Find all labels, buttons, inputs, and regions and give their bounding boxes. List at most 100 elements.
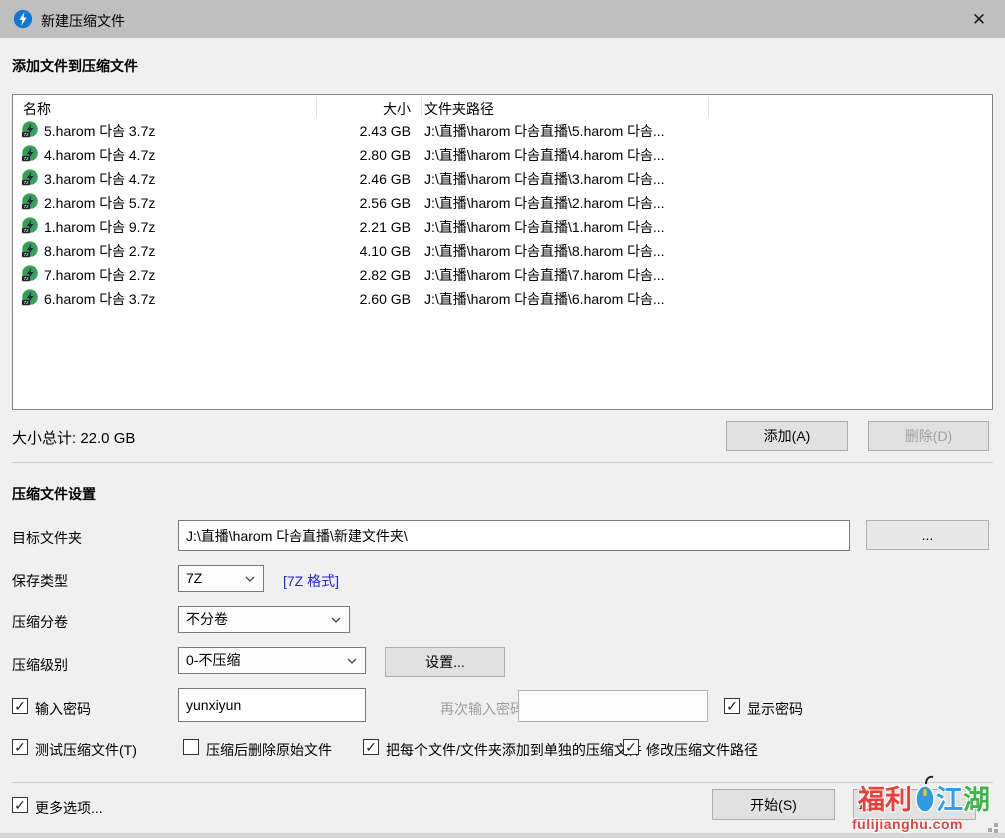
file-size: 2.21 GB	[306, 215, 411, 239]
column-header-path[interactable]: 文件夹路径	[424, 99, 494, 119]
column-header-name[interactable]: 名称	[23, 99, 51, 119]
file-size: 2.60 GB	[306, 287, 411, 311]
file-name: 7.harom 다솜 2.7z	[44, 267, 155, 283]
level-label: 压缩级别	[12, 655, 68, 675]
window-title: 新建压缩文件	[41, 11, 125, 31]
file-name-cell: 7z 4.harom 다솜 4.7z	[21, 143, 155, 167]
format-link[interactable]: [7Z 格式]	[283, 571, 339, 591]
file-name: 5.harom 다솜 3.7z	[44, 123, 155, 139]
save-type-value: 7Z	[186, 570, 202, 586]
svg-text:7z: 7z	[23, 156, 29, 162]
archive-7z-icon: 7z	[21, 241, 39, 259]
archive-7z-icon: 7z	[21, 169, 39, 187]
add-files-heading: 添加文件到压缩文件	[12, 56, 138, 76]
level-dropdown[interactable]: 0-不压缩	[178, 647, 366, 674]
bandizip-app-icon	[13, 9, 33, 29]
file-size: 2.82 GB	[306, 263, 411, 287]
show-password-label[interactable]: 显示密码	[747, 699, 803, 719]
delete-button: 删除(D)	[868, 421, 989, 451]
archive-7z-icon: 7z	[21, 217, 39, 235]
separate-archives-label[interactable]: 把每个文件/文件夹添加到单独的压缩文件	[386, 740, 642, 760]
chevron-down-icon	[347, 658, 357, 664]
watermark: 福利江湖 fulijianghu.com	[850, 776, 1005, 838]
file-name-cell: 7z 1.harom 다솜 9.7z	[21, 215, 155, 239]
new-archive-dialog: 新建压缩文件 ✕ 添加文件到压缩文件 名称 大小 文件夹路径 7z 5.harom…	[0, 0, 1005, 838]
svg-text:7z: 7z	[23, 204, 29, 210]
file-path: J:\直播\harom 다솜直播\1.harom 다솜...	[424, 215, 665, 239]
password-checkbox[interactable]	[12, 698, 28, 714]
section-divider	[12, 462, 993, 463]
file-list[interactable]: 名称 大小 文件夹路径 7z 5.harom 다솜 3.7z 2.43 GB J:…	[12, 94, 993, 410]
file-name: 2.harom 다솜 5.7z	[44, 195, 155, 211]
file-name: 4.harom 다솜 4.7z	[44, 147, 155, 163]
file-name: 6.harom 다솜 3.7z	[44, 291, 155, 307]
table-row[interactable]: 7z8.harom 다솜 2.7z 4.10 GB J:\直播\harom 다솜…	[13, 239, 992, 263]
table-row[interactable]: 7z2.harom 다솜 5.7z 2.56 GB J:\直播\harom 다솜…	[13, 191, 992, 215]
svg-text:7z: 7z	[23, 252, 29, 258]
svg-text:7z: 7z	[23, 300, 29, 306]
show-password-checkbox[interactable]	[724, 698, 740, 714]
password-checkbox-label[interactable]: 输入密码	[35, 699, 91, 719]
more-options-checkbox[interactable]	[12, 797, 28, 813]
file-name: 1.harom 다솜 9.7z	[44, 219, 155, 235]
file-name-cell: 7z 6.harom 다솜 3.7z	[21, 287, 155, 311]
file-path: J:\直播\harom 다솜直播\7.harom 다솜...	[424, 263, 665, 287]
modify-path-checkbox[interactable]	[623, 739, 639, 755]
file-path: J:\直播\harom 다솜直播\3.harom 다솜...	[424, 167, 665, 191]
volume-dropdown[interactable]: 不分卷	[178, 606, 350, 633]
file-size: 2.43 GB	[306, 119, 411, 143]
start-button[interactable]: 开始(S)	[712, 789, 835, 820]
archive-7z-icon: 7z	[21, 121, 39, 139]
table-row[interactable]: 7z 1.harom 다솜 9.7z 2.21 GB J:\直播\harom 다솜…	[13, 215, 992, 239]
volume-value: 不分卷	[186, 611, 228, 627]
file-list-header: 名称 大小 文件夹路径	[13, 95, 992, 119]
table-row[interactable]: 7z4.harom 다솜 4.7z 2.80 GB J:\直播\harom 다솜…	[13, 143, 992, 167]
separate-archives-checkbox[interactable]	[363, 739, 379, 755]
more-options-label[interactable]: 更多选项...	[35, 798, 103, 818]
svg-text:7z: 7z	[23, 276, 29, 282]
svg-text:7z: 7z	[23, 180, 29, 186]
file-name: 3.harom 다솜 4.7z	[44, 171, 155, 187]
watermark-decoration	[994, 829, 998, 833]
close-icon[interactable]: ✕	[967, 8, 991, 32]
table-row[interactable]: 7z5.harom 다솜 3.7z 2.43 GB J:\直播\harom 다솜…	[13, 119, 992, 143]
table-row[interactable]: 7z 3.harom 다솜 4.7z 2.46 GB J:\直播\harom 다솜…	[13, 167, 992, 191]
modify-path-label[interactable]: 修改压缩文件路径	[646, 740, 758, 760]
file-name-cell: 7z 7.harom 다솜 2.7z	[21, 263, 155, 287]
column-separator[interactable]	[708, 97, 709, 117]
column-separator[interactable]	[421, 97, 422, 117]
browse-button[interactable]: ...	[866, 520, 989, 550]
archive-7z-icon: 7z	[21, 193, 39, 211]
column-separator[interactable]	[316, 97, 317, 117]
svg-text:7z: 7z	[23, 228, 29, 234]
level-settings-button[interactable]: 设置...	[385, 647, 505, 677]
archive-7z-icon: 7z	[21, 145, 39, 163]
test-archive-checkbox[interactable]	[12, 739, 28, 755]
watermark-decoration	[988, 828, 992, 832]
password-input[interactable]	[178, 688, 366, 722]
file-name: 8.harom 다솜 2.7z	[44, 243, 155, 259]
archive-7z-icon: 7z	[21, 265, 39, 283]
confirm-password-input	[518, 690, 708, 722]
file-path: J:\直播\harom 다솜直播\6.harom 다솜...	[424, 287, 665, 311]
archive-settings-heading: 压缩文件设置	[12, 484, 96, 504]
file-name-cell: 7z 2.harom 다솜 5.7z	[21, 191, 155, 215]
add-button[interactable]: 添加(A)	[726, 421, 848, 451]
delete-original-checkbox[interactable]	[183, 739, 199, 755]
target-folder-label: 目标文件夹	[12, 528, 82, 548]
column-header-size[interactable]: 大小	[306, 99, 411, 119]
total-size-label: 大小总计: 22.0 GB	[12, 427, 135, 448]
save-type-dropdown[interactable]: 7Z	[178, 565, 264, 592]
chevron-down-icon	[331, 617, 341, 623]
chevron-down-icon	[245, 576, 255, 582]
delete-original-label[interactable]: 压缩后删除原始文件	[206, 740, 332, 760]
file-size: 2.46 GB	[306, 167, 411, 191]
test-archive-label[interactable]: 测试压缩文件(T)	[35, 740, 137, 760]
watermark-domain: fulijianghu.com	[852, 816, 963, 832]
table-row[interactable]: 7z 7.harom 다솜 2.7z 2.82 GB J:\直播\harom 다솜…	[13, 263, 992, 287]
file-path: J:\直播\harom 다솜直播\4.harom 다솜...	[424, 143, 665, 167]
file-name-cell: 7z 8.harom 다솜 2.7z	[21, 239, 155, 263]
file-path: J:\直播\harom 다솜直播\2.harom 다솜...	[424, 191, 665, 215]
table-row[interactable]: 7z 6.harom 다솜 3.7z 2.60 GB J:\直播\harom 다솜…	[13, 287, 992, 311]
target-folder-input[interactable]	[178, 520, 850, 551]
